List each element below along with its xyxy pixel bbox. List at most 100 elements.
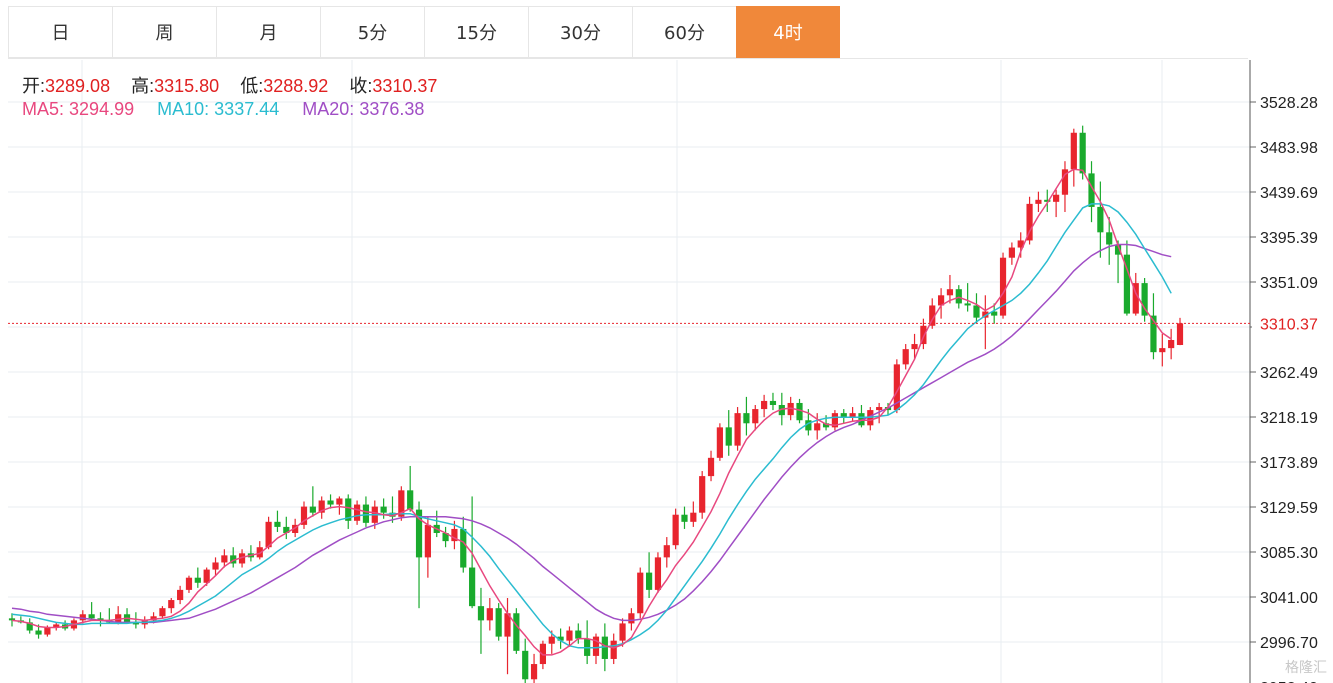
candle-up bbox=[876, 407, 883, 411]
y-tick-label: 3351.09 bbox=[1260, 275, 1318, 292]
candle-down bbox=[743, 413, 750, 424]
candle-up bbox=[1159, 348, 1166, 353]
candle-up bbox=[752, 409, 759, 424]
candle-up bbox=[707, 457, 715, 477]
y-tick-label: 3395.39 bbox=[1260, 230, 1318, 247]
y-tick-label: 3483.98 bbox=[1260, 140, 1318, 157]
y-tick-label: 2996.70 bbox=[1260, 635, 1318, 652]
candle-down bbox=[1079, 132, 1086, 174]
candle-down bbox=[88, 614, 95, 619]
candle-up bbox=[212, 562, 219, 570]
ma20-legend: MA20: 3376.38 bbox=[302, 99, 424, 119]
candle-down bbox=[973, 305, 980, 318]
y-tick-label: 3041.00 bbox=[1260, 590, 1318, 607]
candle-up bbox=[690, 512, 697, 522]
candle-up bbox=[44, 627, 51, 635]
ma20-value: 3376.38 bbox=[359, 99, 425, 119]
candle-up bbox=[814, 423, 821, 431]
candle-down bbox=[469, 567, 476, 607]
high-value: 3315.80 bbox=[154, 76, 220, 96]
candle-up bbox=[637, 572, 644, 614]
ma20-label: MA20: bbox=[302, 99, 355, 119]
candle-down bbox=[1106, 232, 1113, 245]
candle-down bbox=[460, 528, 467, 568]
low-value: 3288.92 bbox=[263, 76, 329, 96]
candle-up bbox=[1035, 199, 1042, 204]
candle-up bbox=[486, 608, 493, 621]
candle-up bbox=[336, 498, 343, 505]
candle-down bbox=[1097, 206, 1104, 233]
candle-up bbox=[221, 555, 228, 563]
candle-down bbox=[575, 630, 582, 639]
candle-up bbox=[1053, 194, 1060, 202]
candle-down bbox=[477, 606, 485, 621]
candle-up bbox=[159, 608, 166, 617]
candle-up bbox=[663, 545, 670, 558]
candle-up bbox=[946, 289, 954, 296]
ohlc-legend: 开:3289.08 高:3315.80 低:3288.92 收:3310.37 bbox=[22, 72, 453, 98]
candle-up bbox=[1176, 323, 1184, 345]
ma5-value: 3294.99 bbox=[69, 99, 135, 119]
watermark: 格隆汇 bbox=[1285, 660, 1327, 676]
candle-up bbox=[566, 630, 573, 641]
candle-down bbox=[513, 613, 520, 651]
candle-up bbox=[761, 400, 768, 410]
y-tick-label: 3262.49 bbox=[1260, 365, 1318, 382]
candle-down bbox=[725, 427, 732, 446]
open-value: 3289.08 bbox=[45, 76, 111, 96]
candle-up bbox=[734, 413, 741, 446]
candle-down bbox=[645, 572, 653, 590]
candle-down bbox=[274, 521, 281, 527]
candle-down bbox=[681, 514, 688, 522]
candle-up bbox=[530, 664, 538, 680]
candle-up bbox=[672, 514, 679, 546]
candle-up bbox=[619, 623, 626, 641]
y-tick-label: 3439.69 bbox=[1260, 185, 1318, 202]
candle-up bbox=[610, 640, 617, 659]
ma10-label: MA10: bbox=[157, 99, 210, 119]
close-value: 3310.37 bbox=[372, 76, 438, 96]
candle-down bbox=[380, 506, 387, 513]
candle-up bbox=[1008, 247, 1015, 258]
high-label: 高: bbox=[131, 76, 155, 96]
candle-up bbox=[1070, 132, 1077, 170]
candle-up bbox=[628, 613, 635, 624]
ma5-label: MA5: bbox=[22, 99, 65, 119]
y-tick-label: 3085.30 bbox=[1260, 545, 1318, 562]
candle-up bbox=[168, 600, 175, 609]
candle-up bbox=[185, 577, 193, 590]
candle-up bbox=[902, 349, 909, 365]
candle-up bbox=[699, 476, 706, 513]
close-label: 收: bbox=[349, 76, 373, 96]
candle-up bbox=[911, 344, 918, 350]
candle-down bbox=[522, 650, 529, 680]
candle-up bbox=[203, 569, 210, 583]
candle-down bbox=[769, 400, 777, 406]
ma5-legend: MA5: 3294.99 bbox=[22, 99, 134, 119]
candle-up bbox=[548, 636, 555, 644]
y-tick-label: 3528.28 bbox=[1260, 95, 1318, 112]
candle-up bbox=[353, 504, 361, 521]
candle-down bbox=[955, 289, 962, 304]
ma10-legend: MA10: 3337.44 bbox=[157, 99, 279, 119]
open-label: 开: bbox=[22, 76, 46, 96]
candle-down bbox=[495, 608, 502, 637]
candle-up bbox=[654, 557, 662, 590]
ma-legend: MA5: 3294.99 MA10: 3337.44 MA20: 3376.38 bbox=[22, 99, 424, 120]
candle-down bbox=[407, 490, 414, 510]
ma10-value: 3337.44 bbox=[214, 99, 280, 119]
low-label: 低: bbox=[240, 76, 264, 96]
candle-down bbox=[964, 303, 971, 306]
y-tick-label: 3173.89 bbox=[1260, 455, 1318, 472]
y-tick-label: 3129.59 bbox=[1260, 500, 1318, 517]
candle-down bbox=[327, 500, 334, 505]
candle-down bbox=[309, 506, 316, 513]
candle-up bbox=[424, 524, 431, 558]
candle-up bbox=[1168, 339, 1175, 349]
candle-up bbox=[716, 427, 723, 458]
candle-up bbox=[177, 589, 184, 601]
y-tick-label: 3218.19 bbox=[1260, 410, 1318, 427]
candle-down bbox=[362, 504, 370, 523]
candle-down bbox=[194, 577, 201, 583]
current-price-label: 3310.37 bbox=[1260, 316, 1318, 333]
